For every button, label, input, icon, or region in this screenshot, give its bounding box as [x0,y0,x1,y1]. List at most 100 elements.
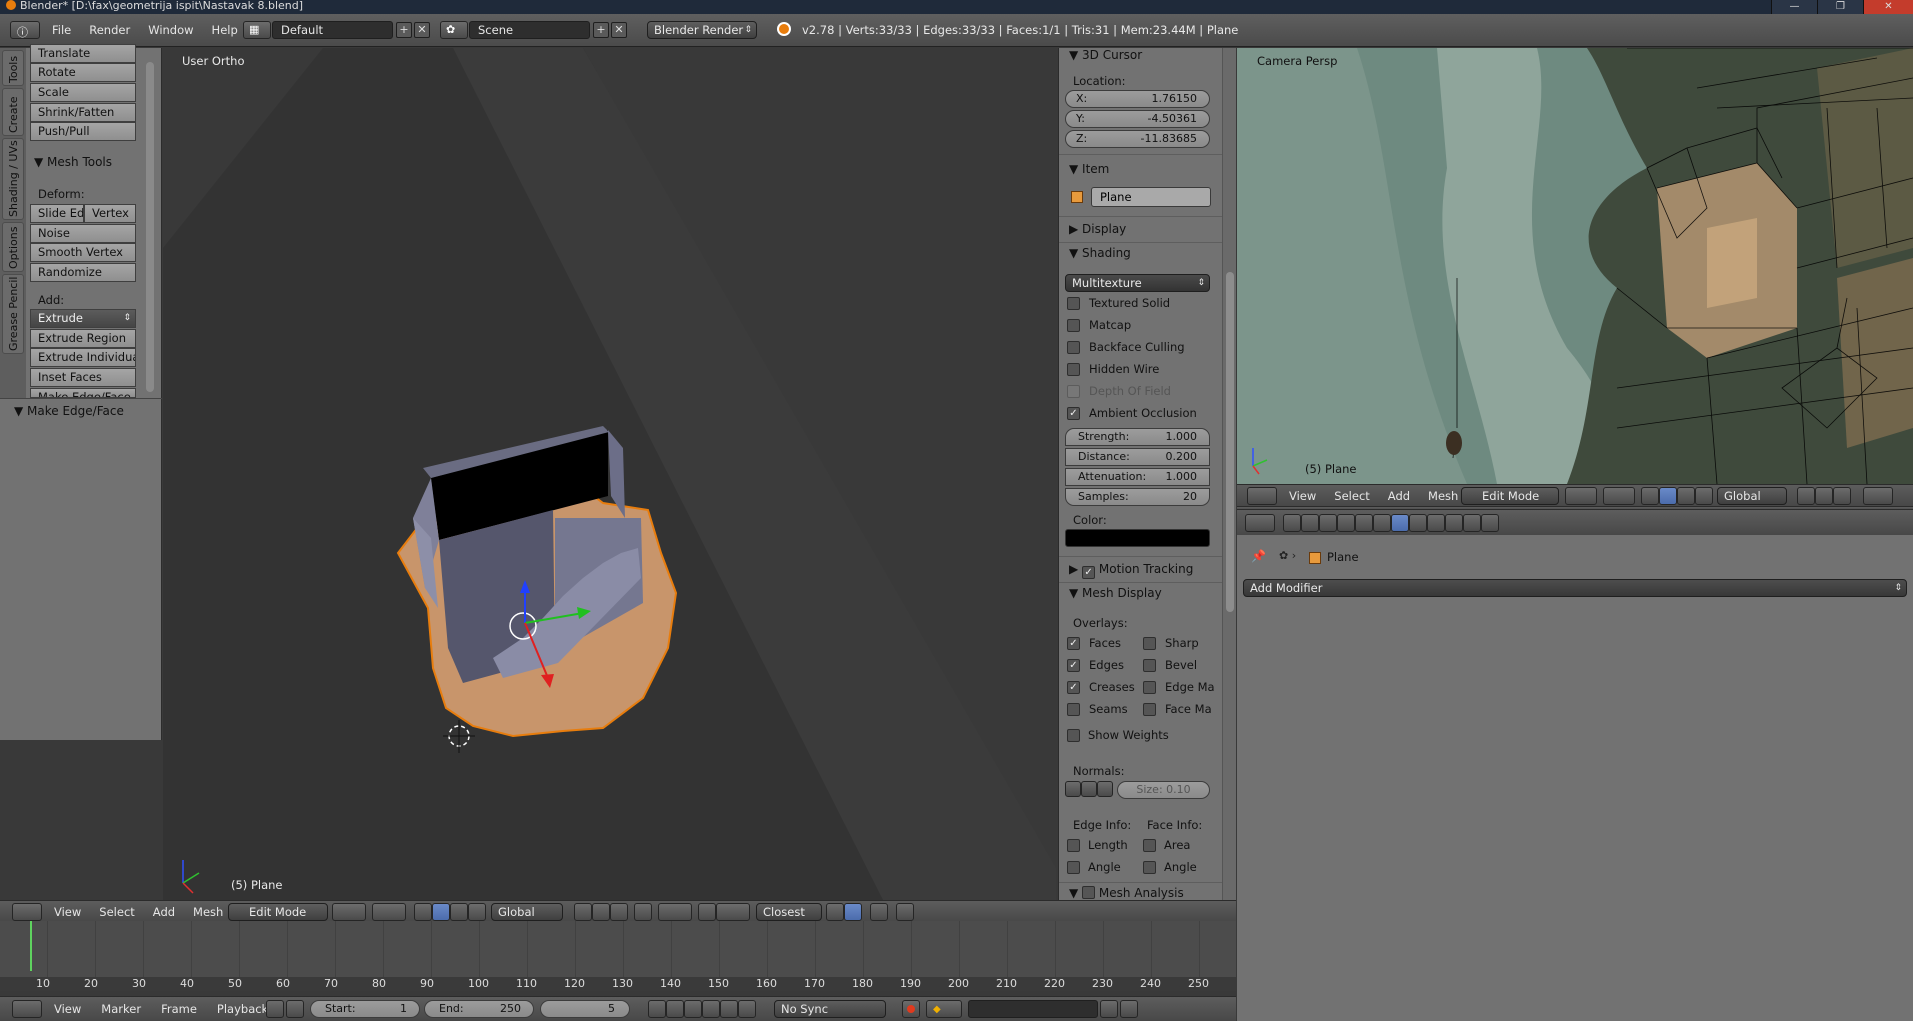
manipulator-toggle-icon[interactable] [1641,487,1659,505]
extrude-region-button[interactable]: Extrude Region [30,329,136,348]
ambient-occlusion-checkbox[interactable]: ✓ [1067,406,1080,420]
tab-create[interactable]: Create [2,88,24,136]
maximize-button[interactable]: ❐ [1817,0,1863,14]
overlay-faces-row[interactable]: ✓ Faces [1067,636,1121,650]
jump-end-icon[interactable] [738,1000,756,1018]
item-panel-header[interactable]: ▼ Item [1069,162,1109,176]
material-tab-icon[interactable] [1427,514,1445,532]
opengl-anim-icon[interactable] [896,903,914,921]
object-tab-icon[interactable] [1355,514,1373,532]
vertex-select-icon[interactable] [574,903,592,921]
play-icon[interactable] [702,1000,720,1018]
modifiers-tab-icon[interactable] [1391,514,1409,532]
matcap-row[interactable]: Matcap [1067,318,1131,332]
snap-project-icon[interactable] [844,903,862,921]
lock-range-icon[interactable] [286,1000,304,1018]
3d-viewport[interactable]: User Ortho (5) Plane [163,48,1056,900]
mode-dropdown[interactable]: Edit Mode [1461,487,1559,505]
show-weights-row[interactable]: Show Weights [1067,728,1169,742]
backface-culling-row[interactable]: Backface Culling [1067,340,1185,354]
edge-select-icon[interactable] [592,903,610,921]
menu-add[interactable]: Add [1388,489,1410,503]
slide-vertex-button[interactable]: Vertex [84,204,136,223]
edge-angle-row[interactable]: Angle [1067,860,1121,874]
translate-manipulator-icon[interactable] [432,903,450,921]
snap-element-icon[interactable] [716,903,750,921]
overlay-seams-row[interactable]: Seams [1067,702,1128,716]
operator-panel-header[interactable]: ▼ Make Edge/Face [14,404,124,418]
face-angle-checkbox[interactable] [1143,860,1156,874]
shading-panel-header[interactable]: ▼ Shading [1069,246,1131,260]
depth-of-field-row[interactable]: Depth Of Field [1067,384,1171,398]
snap-align-icon[interactable] [826,903,844,921]
pivot-point-icon[interactable] [1603,487,1635,505]
scene-icon[interactable]: ✿ [440,21,468,39]
noise-button[interactable]: Noise [30,224,136,243]
extrude-dropdown[interactable]: Extrude ⇕ [30,309,136,328]
face-select-icon[interactable] [1833,487,1851,505]
render-engine-dropdown[interactable]: Blender Render ⇕ [647,21,757,39]
manipulator-toggle-icon[interactable] [414,903,432,921]
menu-mesh[interactable]: Mesh [193,905,223,919]
rotate-manipulator-icon[interactable] [1677,487,1695,505]
properties-scrollbar[interactable] [1226,272,1234,612]
delete-keyframe-icon[interactable] [1120,1000,1138,1018]
normals-size-field[interactable]: Size: 0.10 [1117,781,1210,799]
tab-options[interactable]: Options [2,222,24,272]
current-frame-indicator[interactable] [30,921,32,971]
add-modifier-dropdown[interactable]: Add Modifier ⇕ [1243,579,1907,597]
keying-set-field[interactable] [968,1000,1098,1018]
overlay-bevel-row[interactable]: Bevel [1143,658,1197,672]
face-normals-icon[interactable] [1097,781,1113,797]
add-scene-icon[interactable]: + [593,22,609,38]
menu-render[interactable]: Render [89,23,130,37]
overlay-face-ma-checkbox[interactable] [1143,702,1156,716]
shading-mode-dropdown[interactable]: Multitexture ⇕ [1065,274,1210,292]
textured-solid-checkbox[interactable] [1067,296,1080,310]
ao-samples-field[interactable]: Samples: 20 [1065,488,1210,506]
opengl-render-icon[interactable] [870,903,888,921]
menu-help[interactable]: Help [212,23,238,37]
edge-select-icon[interactable] [1815,487,1833,505]
render-tab-icon[interactable] [1283,514,1301,532]
sync-dropdown[interactable]: No Sync [774,1000,886,1018]
start-frame-field[interactable]: Start: 1 [310,1000,420,1018]
jump-start-icon[interactable] [648,1000,666,1018]
menu-frame[interactable]: Frame [161,1002,197,1016]
data-tab-icon[interactable] [1409,514,1427,532]
scale-manipulator-icon[interactable] [468,903,486,921]
overlay-edges-row[interactable]: ✓ Edges [1067,658,1124,672]
menu-window[interactable]: Window [148,23,193,37]
cursor-x-field[interactable]: X: 1.76150 [1065,90,1210,108]
display-panel-header[interactable]: ▶ Display [1069,222,1126,236]
show-weights-checkbox[interactable] [1067,728,1080,742]
mesh-analysis-panel-header[interactable]: ▼ Mesh Analysis [1069,886,1184,900]
pin-icon[interactable]: 📌 [1251,549,1266,563]
ao-attenuation-field[interactable]: Attenuation: 1.000 [1065,468,1210,486]
current-frame-field[interactable]: 5 [540,1000,630,1018]
scale-button[interactable]: Scale [30,83,136,102]
world-tab-icon[interactable] [1337,514,1355,532]
layout-icon[interactable]: ▦ [243,21,271,39]
menu-add[interactable]: Add [153,905,175,919]
tool-shelf-scrollbar[interactable] [146,62,154,392]
viewport-shading-icon[interactable] [332,903,366,921]
menu-view[interactable]: View [1289,489,1316,503]
play-reverse-icon[interactable] [684,1000,702,1018]
menu-select[interactable]: Select [1334,489,1369,503]
translate-button[interactable]: Translate [30,44,136,63]
ao-distance-field[interactable]: Distance: 0.200 [1065,448,1210,466]
overlay-sharp-row[interactable]: Sharp [1143,636,1199,650]
hidden-wire-row[interactable]: Hidden Wire [1067,362,1159,376]
smooth-vertex-button[interactable]: Smooth Vertex [30,243,136,262]
info-editor-icon[interactable]: ⓘ [10,21,40,39]
proportional-edit-icon[interactable] [658,903,692,921]
face-angle-row[interactable]: Angle [1143,860,1197,874]
occlude-geometry-icon[interactable] [634,903,652,921]
push-pull-button[interactable]: Push/Pull [30,122,136,141]
orientation-dropdown[interactable]: Global [1717,487,1787,505]
menu-view[interactable]: View [54,1002,81,1016]
ambient-occlusion-row[interactable]: ✓ Ambient Occlusion [1067,406,1197,420]
motion-tracking-checkbox[interactable]: ✓ [1082,566,1096,579]
menu-file[interactable]: File [52,23,71,37]
